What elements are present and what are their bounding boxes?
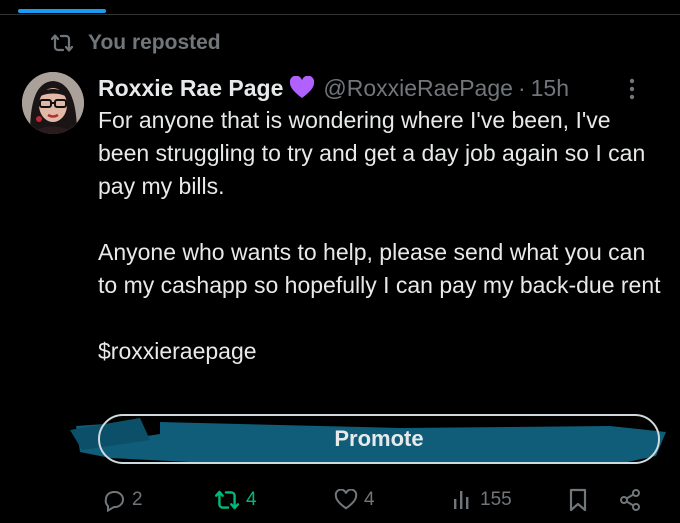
tweet-paragraph: For anyone that is wondering where I've … [98, 107, 646, 199]
repost-count: 4 [246, 489, 257, 510]
views-button[interactable]: 155 [452, 483, 512, 517]
repost-icon [214, 489, 240, 511]
repost-context: You reposted [50, 28, 221, 58]
reply-icon [102, 488, 126, 512]
share-button[interactable] [618, 483, 642, 517]
more-options-icon[interactable] [620, 77, 644, 101]
bookmark-button[interactable] [568, 483, 588, 517]
bookmark-icon [568, 488, 588, 512]
tweet-paragraph: Anyone who wants to help, please send wh… [98, 239, 661, 298]
heart-icon [334, 489, 358, 511]
author-handle[interactable]: @RoxxieRaePage [323, 75, 513, 102]
tweet-paragraph: $roxxieraepage [98, 338, 257, 364]
like-count: 4 [364, 489, 375, 510]
share-icon [618, 488, 642, 512]
reply-button[interactable]: 2 [102, 483, 143, 517]
like-button[interactable]: 4 [334, 483, 375, 517]
divider [0, 14, 680, 15]
promote-button[interactable]: Promote [98, 414, 660, 464]
timestamp[interactable]: 15h [531, 75, 569, 102]
repost-button[interactable]: 4 [214, 483, 257, 517]
repost-label: You reposted [88, 31, 221, 54]
repost-icon [50, 33, 74, 53]
action-bar: 2 4 4 155 [102, 483, 660, 517]
tweet-header: Roxxie Rae Page @RoxxieRaePage · 15h [98, 71, 660, 105]
separator: · [517, 74, 526, 101]
purple-heart-icon [289, 76, 315, 100]
avatar[interactable] [22, 72, 84, 134]
views-icon [452, 489, 474, 511]
reply-count: 2 [132, 489, 143, 510]
author-name[interactable]: Roxxie Rae Page [98, 75, 283, 102]
views-count: 155 [480, 489, 512, 510]
tab-active-indicator [18, 9, 106, 13]
tweet-text: For anyone that is wondering where I've … [98, 104, 668, 368]
